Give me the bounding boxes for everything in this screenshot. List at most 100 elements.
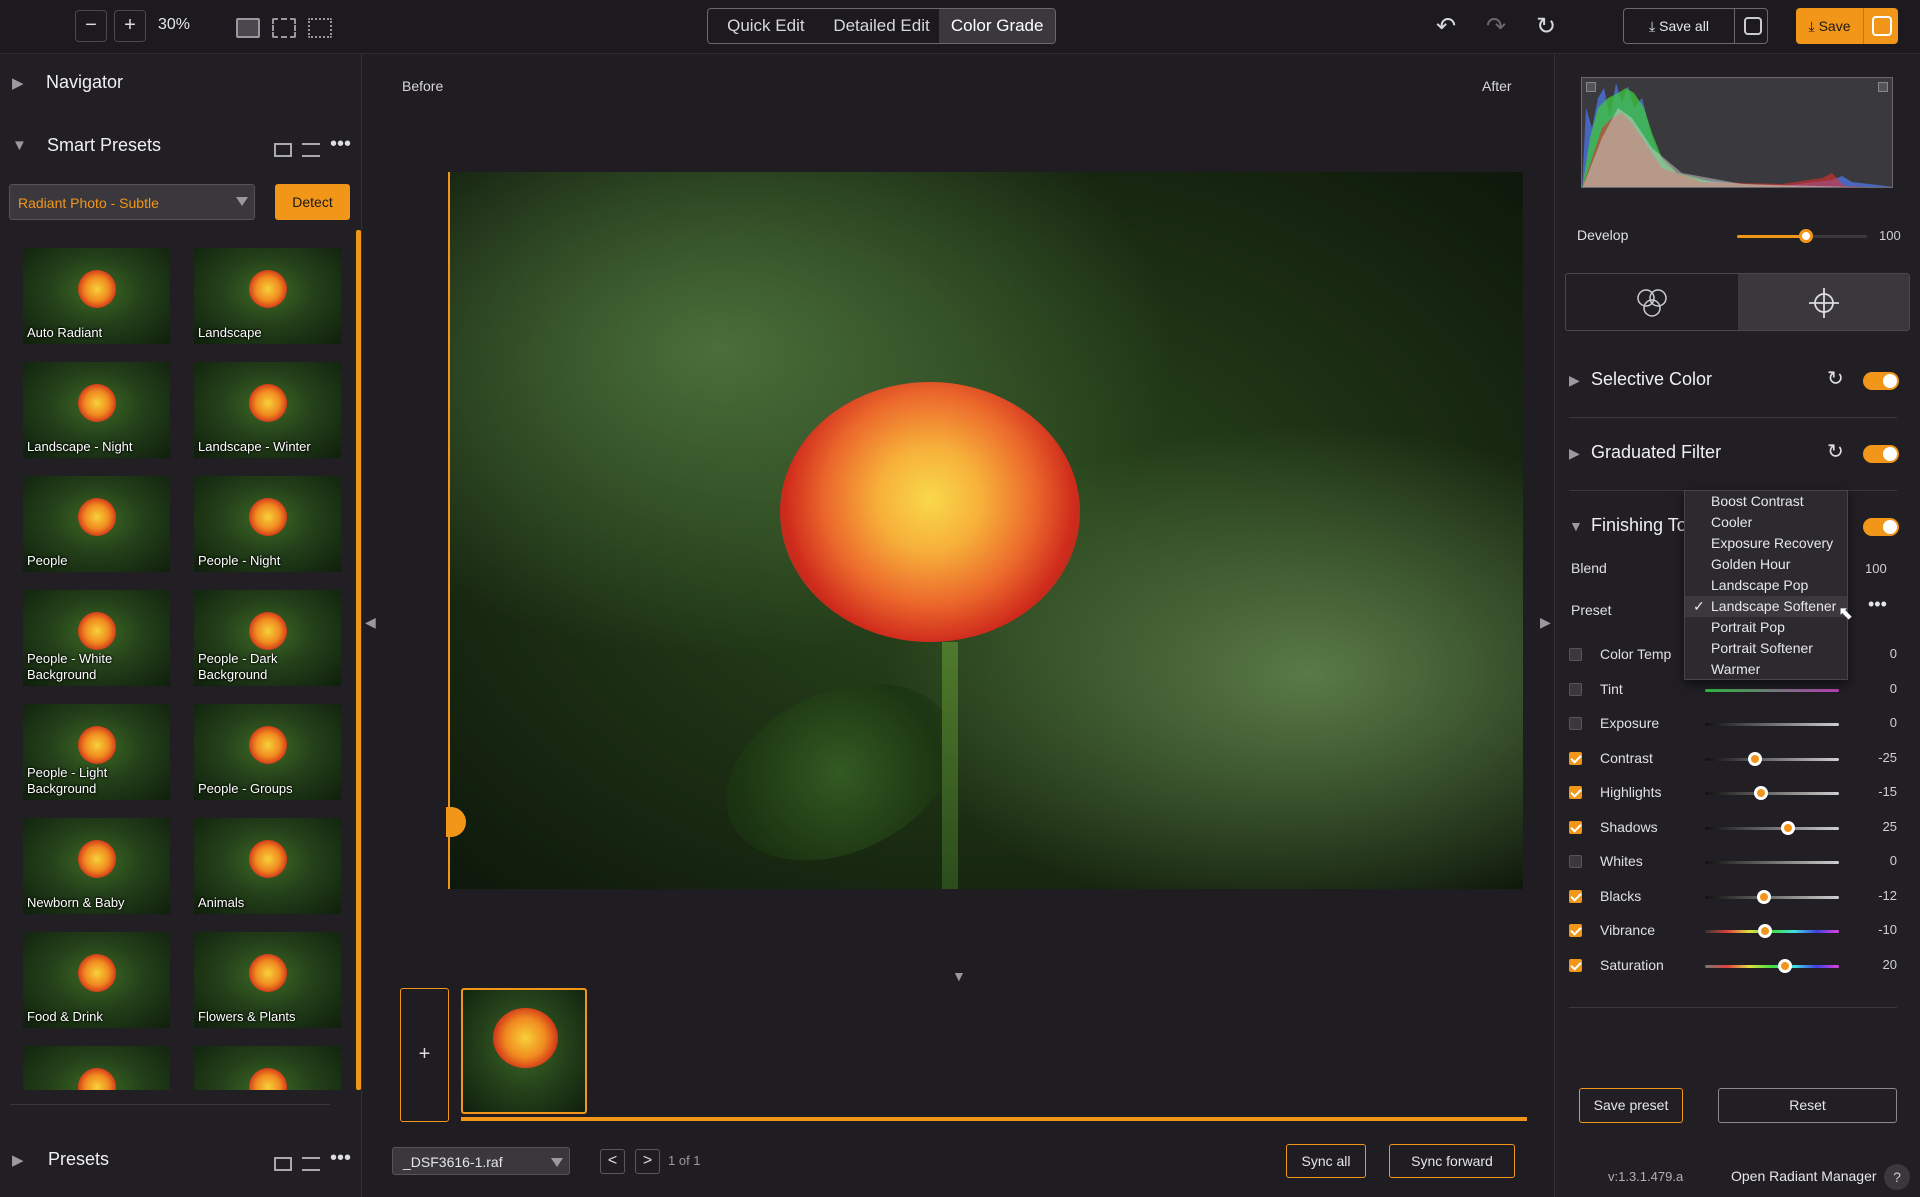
adjustment-checkbox[interactable] bbox=[1569, 682, 1582, 696]
save-options-icon[interactable] bbox=[1872, 16, 1892, 36]
adjustment-slider-handle[interactable] bbox=[1781, 820, 1796, 835]
file-select[interactable]: _DSF3616-1.raf bbox=[392, 1147, 570, 1175]
adjustment-slider-track[interactable] bbox=[1705, 826, 1839, 830]
adjustment-row[interactable]: Highlights -15 bbox=[1569, 778, 1909, 808]
filmstrip-thumbnail[interactable] bbox=[461, 988, 587, 1114]
navigator-header[interactable]: ▶ Navigator bbox=[0, 58, 360, 108]
preset-menu-item[interactable]: Golden Hour bbox=[1685, 554, 1847, 575]
adjustment-row[interactable]: Contrast -25 bbox=[1569, 744, 1909, 774]
target-tools-tab[interactable] bbox=[1738, 274, 1909, 330]
preset-menu-item[interactable]: Exposure Recovery bbox=[1685, 533, 1847, 554]
sync-all-button[interactable]: Sync all bbox=[1286, 1144, 1366, 1178]
main-photo[interactable] bbox=[448, 172, 1523, 889]
adjustment-row[interactable]: Whites 0 bbox=[1569, 847, 1909, 877]
preset-menu-item[interactable]: Landscape Pop bbox=[1685, 575, 1847, 596]
adjustment-slider-handle[interactable] bbox=[1754, 786, 1769, 800]
section-reset-icon[interactable]: ↻ bbox=[1827, 439, 1844, 464]
section-enable-toggle[interactable] bbox=[1863, 445, 1899, 463]
detect-button[interactable]: Detect bbox=[275, 184, 350, 220]
preset-menu-item[interactable]: Portrait Softener bbox=[1685, 638, 1847, 659]
preset-thumbnail[interactable]: People - Groups bbox=[194, 704, 341, 800]
preset-menu-item[interactable]: Landscape Softener bbox=[1685, 596, 1847, 617]
tab-detailed-edit[interactable]: Detailed Edit bbox=[824, 9, 940, 43]
adjustment-checkbox[interactable] bbox=[1569, 889, 1582, 903]
shadow-clip-indicator[interactable] bbox=[1586, 82, 1596, 92]
section-enable-toggle[interactable] bbox=[1863, 372, 1899, 390]
preset-thumbnail[interactable]: People bbox=[23, 476, 170, 572]
adjustment-slider-track[interactable] bbox=[1705, 792, 1839, 795]
adjustment-checkbox[interactable] bbox=[1569, 958, 1582, 972]
preset-thumbnail[interactable]: Landscape bbox=[194, 248, 341, 344]
graduated-filter-section[interactable]: ▶ Graduated Filter ↻ bbox=[1565, 433, 1910, 473]
side-by-side-view-icon[interactable] bbox=[308, 18, 332, 38]
collapse-filmstrip-icon[interactable]: ▼ bbox=[952, 968, 966, 984]
sync-forward-button[interactable]: Sync forward bbox=[1389, 1144, 1515, 1178]
adjustment-slider-handle[interactable] bbox=[1778, 958, 1793, 973]
color-tools-tab[interactable] bbox=[1566, 274, 1738, 330]
highlight-clip-indicator[interactable] bbox=[1878, 82, 1888, 92]
adjustment-row[interactable]: Vibrance -10 bbox=[1569, 916, 1909, 946]
adjustment-slider-track[interactable] bbox=[1705, 723, 1839, 726]
preset-menu-item[interactable]: Portrait Pop bbox=[1685, 617, 1847, 638]
adjustment-checkbox[interactable] bbox=[1569, 751, 1582, 765]
preset-thumbnail[interactable]: People - Night bbox=[194, 476, 341, 572]
adjustment-slider-track[interactable] bbox=[1705, 964, 1839, 968]
save-button[interactable]: ⤓ Save bbox=[1796, 8, 1898, 44]
redo-icon[interactable]: ↷ bbox=[1486, 12, 1506, 41]
preset-thumbnail[interactable]: People - Dark Background bbox=[194, 590, 341, 686]
preset-thumbnail[interactable]: People - Light Background bbox=[23, 704, 170, 800]
collapse-left-icon[interactable]: ◀ bbox=[365, 614, 376, 631]
adjustment-slider-track[interactable] bbox=[1705, 688, 1839, 692]
reset-icon[interactable]: ↻ bbox=[1536, 12, 1556, 41]
smart-preset-select[interactable]: Radiant Photo - Subtle bbox=[9, 184, 255, 220]
single-view-icon[interactable] bbox=[236, 18, 260, 38]
adjustment-checkbox[interactable] bbox=[1569, 648, 1582, 661]
help-button[interactable]: ? bbox=[1884, 1164, 1910, 1190]
selective-color-section[interactable]: ▶ Selective Color ↻ bbox=[1565, 360, 1910, 400]
adjustment-slider-handle[interactable] bbox=[1747, 751, 1762, 766]
adjustment-row[interactable]: Blacks -12 bbox=[1569, 882, 1909, 912]
grid-view-icon[interactable] bbox=[274, 1157, 292, 1171]
zoom-out-button[interactable]: − bbox=[75, 10, 107, 42]
adjustment-row[interactable]: Shadows 25 bbox=[1569, 813, 1909, 843]
adjustment-row[interactable]: Saturation 20 bbox=[1569, 951, 1909, 981]
preset-thumbnail[interactable]: People - White Background bbox=[23, 590, 170, 686]
adjustment-row[interactable]: Exposure 0 bbox=[1569, 709, 1909, 739]
save-preset-button[interactable]: Save preset bbox=[1579, 1088, 1683, 1123]
preset-thumbnail[interactable] bbox=[23, 1046, 170, 1090]
preset-more-icon[interactable]: ••• bbox=[1868, 594, 1887, 615]
preset-thumbnail[interactable]: Food & Drink bbox=[23, 932, 170, 1028]
list-view-icon[interactable] bbox=[302, 1157, 320, 1171]
adjustment-slider-handle[interactable] bbox=[1756, 889, 1771, 904]
grid-view-icon[interactable] bbox=[274, 143, 292, 157]
preset-thumbnail[interactable]: Landscape - Night bbox=[23, 362, 170, 458]
preset-thumbnail[interactable]: Landscape - Winter bbox=[194, 362, 341, 458]
preset-thumbnail[interactable]: Animals bbox=[194, 818, 341, 914]
collapse-right-icon[interactable]: ▶ bbox=[1540, 614, 1551, 631]
prev-image-button[interactable]: < bbox=[600, 1149, 625, 1174]
more-options-icon[interactable]: ••• bbox=[330, 133, 351, 156]
preset-thumbnail[interactable]: Auto Radiant bbox=[23, 248, 170, 344]
adjustment-slider-track[interactable] bbox=[1705, 757, 1839, 761]
preset-thumbnail[interactable]: Newborn & Baby bbox=[23, 818, 170, 914]
adjustment-checkbox[interactable] bbox=[1569, 855, 1582, 868]
zoom-in-button[interactable]: + bbox=[114, 10, 146, 42]
thumbnail-scrollbar[interactable] bbox=[356, 230, 361, 1090]
smart-presets-header[interactable]: ▼ Smart Presets ••• bbox=[0, 121, 360, 171]
tab-color-grade[interactable]: Color Grade bbox=[939, 9, 1055, 43]
adjustment-checkbox[interactable] bbox=[1569, 717, 1582, 730]
adjustment-slider-handle[interactable] bbox=[1758, 924, 1773, 938]
adjustment-checkbox[interactable] bbox=[1569, 820, 1582, 834]
adjustment-checkbox[interactable] bbox=[1569, 786, 1582, 799]
toggle-settings-icon[interactable] bbox=[1744, 17, 1762, 35]
preset-menu-item[interactable]: Warmer bbox=[1685, 659, 1847, 680]
add-image-button[interactable]: + bbox=[400, 988, 449, 1122]
presets-header[interactable]: ▶ Presets ••• bbox=[0, 1135, 360, 1185]
undo-icon[interactable]: ↶ bbox=[1436, 12, 1456, 41]
open-radiant-manager-link[interactable]: Open Radiant Manager bbox=[1731, 1168, 1877, 1184]
reset-button[interactable]: Reset bbox=[1718, 1088, 1897, 1123]
adjustment-slider-track[interactable] bbox=[1705, 861, 1839, 864]
split-view-icon[interactable] bbox=[272, 18, 296, 38]
develop-slider-handle[interactable] bbox=[1798, 229, 1813, 243]
list-view-icon[interactable] bbox=[302, 143, 320, 157]
